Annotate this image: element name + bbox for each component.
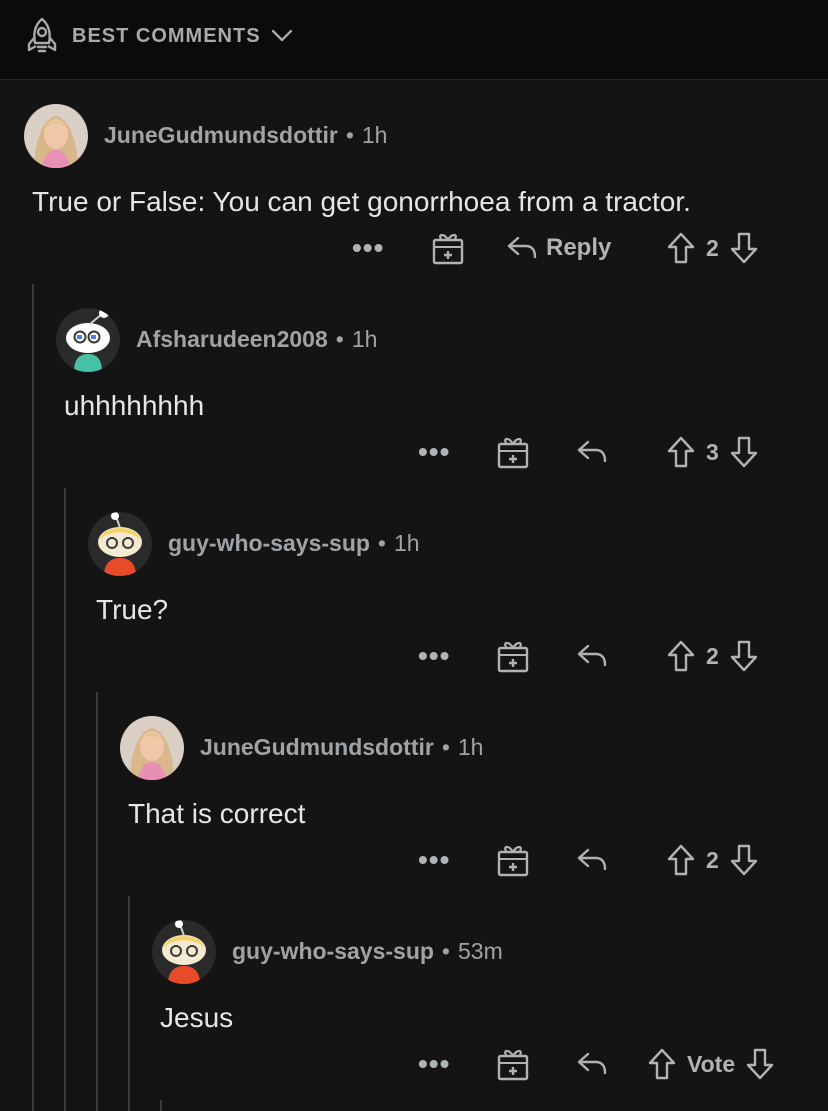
vote-label: Vote [687, 1050, 736, 1077]
separator-dot: • [441, 938, 450, 964]
reply-icon [577, 644, 607, 667]
separator-dot: • [377, 530, 386, 556]
username-link[interactable]: guy-who-says-sup [168, 530, 370, 556]
comment-body: True? [96, 594, 169, 625]
reply-icon [577, 1052, 607, 1075]
score: 2 [706, 846, 719, 873]
comment-age: 53m [457, 938, 503, 964]
downvote-icon[interactable] [729, 436, 759, 468]
reply-button[interactable] [576, 1044, 608, 1084]
comment-meta: JuneGudmundsdottir • 1h [200, 734, 483, 761]
more-icon[interactable]: ••• [352, 228, 384, 268]
comment-age: 1h [393, 530, 420, 556]
reply-label: Reply [546, 234, 612, 261]
username-link[interactable]: JuneGudmundsdottir [200, 734, 434, 760]
snoo-avatar-image [152, 920, 216, 984]
avatar[interactable] [152, 920, 216, 984]
snoo-avatar-image [88, 512, 152, 576]
upvote-icon[interactable] [666, 232, 696, 264]
username-link[interactable]: JuneGudmundsdottir [104, 122, 338, 148]
user-avatar-image [120, 716, 184, 780]
downvote-icon[interactable] [729, 232, 759, 264]
reply-icon [577, 440, 607, 463]
comment-meta: guy-who-says-sup • 53m [232, 938, 503, 965]
comment-body: That is correct [128, 798, 306, 829]
upvote-icon[interactable] [666, 844, 696, 876]
award-icon [497, 1049, 529, 1081]
user-avatar-image [24, 104, 88, 168]
separator-dot: • [441, 734, 450, 760]
comment-meta: Afsharudeen2008 • 1h [136, 326, 377, 353]
score: 3 [706, 438, 719, 465]
upvote-icon[interactable] [666, 436, 696, 468]
avatar[interactable] [24, 104, 88, 168]
separator-dot: • [345, 122, 354, 148]
rocket-icon [27, 17, 57, 53]
comment-age: 1h [361, 122, 388, 148]
award-icon [497, 641, 529, 673]
username-link[interactable]: guy-who-says-sup [232, 938, 434, 964]
downvote-icon[interactable] [745, 1048, 775, 1080]
comment-actions: ••• 2 [0, 636, 828, 676]
more-icon[interactable]: ••• [418, 432, 450, 472]
comment-body: True or False: You can get gonorrhoea fr… [32, 186, 691, 217]
downvote-icon[interactable] [729, 844, 759, 876]
award-button[interactable] [432, 228, 464, 268]
award-button[interactable] [497, 636, 529, 676]
thread-line[interactable] [64, 488, 66, 1111]
award-icon [497, 437, 529, 469]
comments-sort-bar: BEST COMMENTS [0, 0, 828, 80]
comment-actions: ••• 2 [0, 840, 828, 880]
reply-button[interactable] [576, 432, 608, 472]
reply-button[interactable] [576, 840, 608, 880]
separator-dot: • [335, 326, 344, 352]
award-button[interactable] [497, 432, 529, 472]
award-button[interactable] [497, 1044, 529, 1084]
comment-meta: guy-who-says-sup • 1h [168, 530, 420, 557]
upvote-icon[interactable] [666, 640, 696, 672]
snoo-avatar-image [56, 308, 120, 372]
thread-line[interactable] [32, 284, 34, 1111]
sort-dropdown[interactable]: BEST COMMENTS [24, 16, 293, 56]
reply-icon [577, 848, 607, 871]
award-icon [432, 233, 464, 265]
vote-controls: 2 [666, 636, 759, 676]
chevron-down-icon [271, 29, 292, 42]
comment-age: 1h [351, 326, 378, 352]
comment-body: uhhhhhhhh [64, 390, 205, 421]
avatar[interactable] [88, 512, 152, 576]
username-link[interactable]: Afsharudeen2008 [136, 326, 328, 352]
vote-controls: 2 [666, 840, 759, 880]
avatar[interactable] [56, 308, 120, 372]
comment-actions: ••• Vote [0, 1044, 828, 1084]
avatar[interactable] [120, 716, 184, 780]
comment-meta: JuneGudmundsdottir • 1h [104, 122, 387, 149]
award-icon [497, 845, 529, 877]
vote-controls: 3 [666, 432, 759, 472]
more-icon[interactable]: ••• [418, 840, 450, 880]
score: 2 [706, 234, 719, 261]
sort-label: BEST COMMENTS [72, 24, 261, 47]
comment-body: Jesus [160, 1002, 234, 1033]
thread-line[interactable] [160, 1100, 162, 1111]
comment-actions: ••• 3 [0, 432, 828, 472]
reply-button[interactable]: Reply [506, 228, 611, 268]
vote-controls: Vote [647, 1044, 775, 1084]
vote-controls: 2 [666, 228, 759, 268]
comment-age: 1h [457, 734, 484, 760]
more-icon[interactable]: ••• [418, 636, 450, 676]
score: 2 [706, 642, 719, 669]
award-button[interactable] [497, 840, 529, 880]
reply-icon [507, 236, 537, 259]
more-icon[interactable]: ••• [418, 1044, 450, 1084]
comment-actions: ••• Reply 2 [0, 228, 828, 268]
reply-button[interactable] [576, 636, 608, 676]
upvote-icon[interactable] [647, 1048, 677, 1080]
downvote-icon[interactable] [729, 640, 759, 672]
